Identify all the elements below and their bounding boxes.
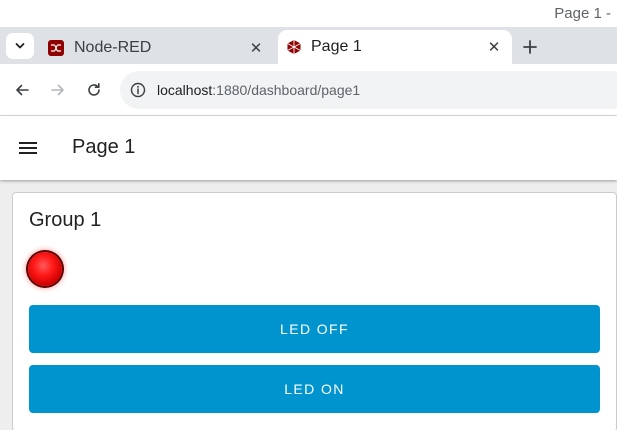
close-tab-icon[interactable]: ✕ (484, 37, 504, 57)
url-host: localhost (157, 82, 213, 98)
dashboard-header: Page 1 (0, 116, 617, 180)
url-text[interactable]: localhost:1880/dashboard/page1 (157, 82, 360, 98)
reload-icon (88, 83, 100, 96)
arrow-left-icon (16, 84, 29, 96)
window-title-bar: Page 1 - (0, 0, 617, 27)
hamburger-menu-icon (19, 142, 37, 154)
menu-button[interactable] (16, 136, 40, 160)
page-title: Page 1 (72, 136, 136, 158)
url-path: :1880/dashboard/page1 (212, 82, 361, 98)
tab-title: Page 1 (311, 38, 362, 55)
tab-node-red[interactable]: Node-RED ✕ (42, 31, 274, 64)
tab-search-button[interactable] (6, 33, 34, 59)
arrow-right-icon (51, 84, 64, 96)
plus-icon (523, 40, 537, 54)
led-on-button[interactable]: LED ON (29, 365, 600, 413)
dashboard-icon (287, 40, 301, 54)
new-tab-button[interactable] (518, 35, 542, 59)
forward-button[interactable] (46, 78, 70, 102)
led-indicator (28, 252, 62, 286)
address-bar[interactable]: localhost:1880/dashboard/page1 (120, 71, 617, 109)
browser-toolbar: localhost:1880/dashboard/page1 (0, 64, 617, 116)
close-tab-icon[interactable]: ✕ (246, 38, 266, 58)
dashboard-content: Group 1 LED OFF LED ON (0, 180, 617, 430)
back-button[interactable] (10, 78, 34, 102)
group-title: Group 1 (29, 209, 102, 231)
tab-strip: Node-RED ✕ Page 1 ✕ (0, 27, 617, 64)
reload-button[interactable] (82, 78, 106, 102)
led-off-button[interactable]: LED OFF (29, 305, 600, 353)
site-info-icon[interactable] (128, 80, 148, 100)
group-card: Group 1 LED OFF LED ON (12, 192, 617, 430)
tab-title: Node-RED (74, 38, 152, 56)
node-red-icon (48, 39, 64, 56)
chevron-down-icon (15, 43, 25, 49)
window-title: Page 1 - (554, 5, 611, 22)
tab-page-1[interactable]: Page 1 ✕ (278, 30, 512, 64)
